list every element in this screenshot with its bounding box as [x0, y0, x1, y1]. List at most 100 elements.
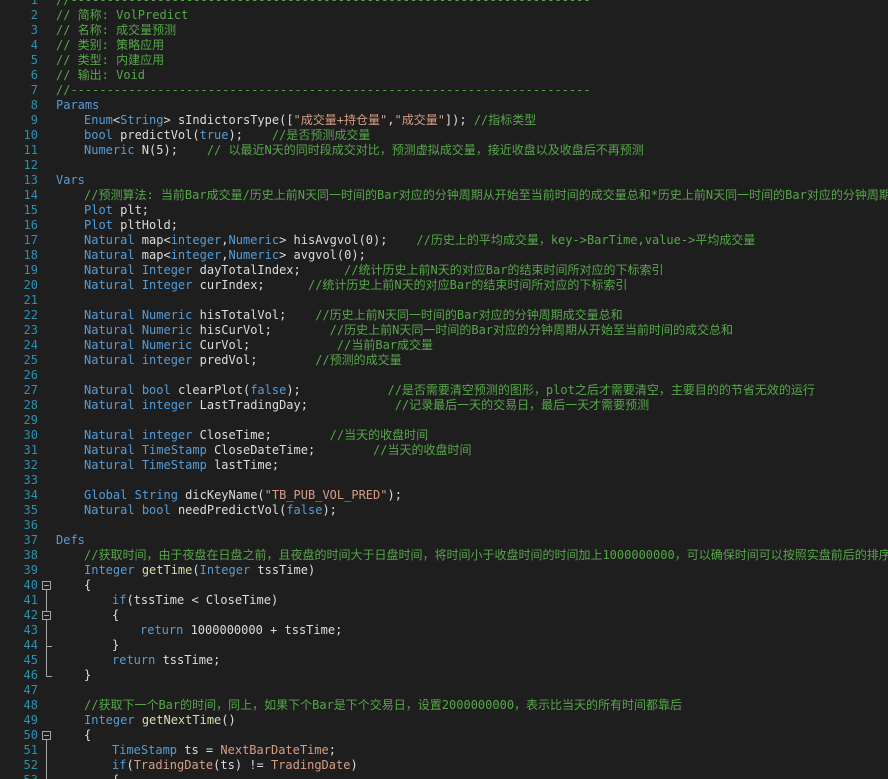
- code-line[interactable]: Vars: [56, 173, 85, 188]
- code-token-keyword: Natural: [84, 398, 135, 412]
- code-token-identifier: [135, 428, 142, 442]
- code-line[interactable]: //获取时间，由于夜盘在日盘之前，且夜盘的时间大于日盘时间，将时间小于收盘时间的…: [84, 548, 888, 563]
- code-line[interactable]: Plot pltHold;: [84, 218, 178, 233]
- code-line[interactable]: {: [112, 608, 119, 623]
- code-line[interactable]: bool predictVol(true); //是否预测成交量: [84, 128, 370, 143]
- code-line[interactable]: Natural bool needPredictVol(false);: [84, 503, 337, 518]
- fold-toggle-icon[interactable]: [42, 581, 51, 590]
- code-token-identifier: hisCurVol;: [192, 323, 330, 337]
- line-number: 46: [23, 668, 38, 682]
- code-editor[interactable]: 1 2 3 4 5 6 7 8 9 10 11 12 13 14 15 16 17 18 19 20 21 22 23 24 2…: [0, 0, 888, 779]
- code-line[interactable]: TimeStamp ts = NextBarDateTime;: [112, 743, 336, 758]
- code-line[interactable]: Natural map<integer,Numeric> hisAvgvol(0…: [84, 233, 755, 248]
- code-token-identifier: [135, 503, 142, 517]
- code-line[interactable]: Natural Integer curIndex; //统计历史上前N天的对应B…: [84, 278, 627, 293]
- code-token-comment: //获取下一个Bar的时间，同上，如果下个Bar是下个交易日，设置2000000…: [84, 698, 683, 712]
- code-token-identifier: tssTime;: [155, 653, 221, 667]
- code-area[interactable]: //--------------------------------------…: [56, 0, 888, 779]
- code-token-comment: //记录最后一天的交易日，最后一天才需要预测: [394, 398, 650, 412]
- line-number: 15: [23, 203, 38, 217]
- code-line[interactable]: Natural Numeric hisCurVol; //历史上前N天同一时间的…: [84, 323, 733, 338]
- code-line[interactable]: Natural Numeric hisTotalVol; //历史上前N天同一时…: [84, 308, 623, 323]
- code-line[interactable]: //--------------------------------------…: [56, 83, 591, 98]
- code-token-keyword: Enum: [84, 113, 113, 127]
- code-line[interactable]: Numeric N(5); // 以最近N天的同时段成交对比，预测虚拟成交量，接…: [84, 143, 644, 158]
- code-token-identifier: > hisAvgvol(0);: [279, 233, 417, 247]
- line-number: 52: [23, 758, 38, 772]
- code-line[interactable]: if(tssTime < CloseTime): [112, 593, 278, 608]
- code-token-identifier: }: [112, 638, 120, 652]
- code-line[interactable]: {: [112, 773, 119, 779]
- code-line[interactable]: {: [84, 578, 91, 593]
- code-line[interactable]: // 类别: 策略应用: [56, 38, 164, 53]
- code-line[interactable]: Natural Numeric CurVol; //当前Bar成交量: [84, 338, 433, 353]
- code-token-comment: //当天的收盘时间: [329, 428, 429, 442]
- line-number: 50: [23, 728, 38, 742]
- code-line[interactable]: {: [84, 728, 91, 743]
- code-token-keyword: false: [250, 383, 287, 397]
- code-token-identifier: [135, 338, 142, 352]
- code-line[interactable]: Integer getTime(Integer tssTime): [84, 563, 315, 578]
- code-line[interactable]: Natural TimeStamp lastTime;: [84, 458, 279, 473]
- code-token-keyword: return: [140, 623, 184, 637]
- line-number: 11: [23, 143, 38, 157]
- code-line[interactable]: Natural integer CloseTime; //当天的收盘时间: [84, 428, 428, 443]
- code-line[interactable]: // 类型: 内建应用: [56, 53, 164, 68]
- code-token-comment: // 类别: 策略应用: [56, 38, 165, 52]
- code-line[interactable]: Integer getNextTime(): [84, 713, 236, 728]
- code-token-identifier: N(5);: [134, 143, 207, 157]
- code-line[interactable]: if(TradingDate(ts) != TradingDate): [112, 758, 358, 773]
- code-token-identifier: {: [112, 608, 120, 622]
- code-token-keyword: bool: [141, 503, 171, 517]
- code-line[interactable]: Defs: [56, 533, 85, 548]
- code-token-keyword: Integer: [84, 563, 135, 577]
- code-token-keyword: Natural: [84, 248, 135, 262]
- fold-toggle-icon[interactable]: [42, 731, 51, 740]
- code-line[interactable]: Natural Integer dayTotalIndex; //统计历史上前N…: [84, 263, 663, 278]
- code-line[interactable]: return tssTime;: [112, 653, 220, 668]
- code-token-keyword: Plot: [84, 218, 113, 232]
- code-token-keyword: Integer: [199, 563, 251, 577]
- code-token-keyword: String: [120, 113, 164, 127]
- code-line[interactable]: Natural bool clearPlot(false); //是否需要清空预…: [84, 383, 815, 398]
- code-line[interactable]: // 输出: Void: [56, 68, 145, 83]
- code-token-keyword: Numeric: [141, 308, 193, 322]
- code-line[interactable]: Natural map<integer,Numeric> avgvol(0);: [84, 248, 366, 263]
- code-line[interactable]: //获取下一个Bar的时间，同上，如果下个Bar是下个交易日，设置2000000…: [84, 698, 682, 713]
- code-token-keyword: Natural: [84, 458, 135, 472]
- code-token-identifier: (: [192, 563, 200, 577]
- code-token-identifier: {: [112, 773, 119, 779]
- code-token-comment: //统计历史上前N天的对应Bar的结束时间所对应的下标索引: [307, 278, 628, 292]
- line-number: 21: [23, 293, 38, 307]
- code-line[interactable]: Natural integer LastTradingDay; //记录最后一天…: [84, 398, 649, 413]
- code-line[interactable]: Enum<String> sIndictorsType(["成交量+持仓量","…: [84, 113, 536, 128]
- code-line[interactable]: // 名称: 成交量预测: [56, 23, 176, 38]
- code-token-keyword: Numeric: [228, 233, 280, 247]
- fold-end-marker: [46, 676, 52, 677]
- code-line[interactable]: //--------------------------------------…: [56, 0, 591, 8]
- code-line[interactable]: //预测算法: 当前Bar成交量/历史上前N天同一时间的Bar对应的分钟周期从开…: [84, 188, 888, 203]
- line-number: 2: [30, 8, 38, 22]
- code-line[interactable]: Natural integer predVol; //预测的成交量: [84, 353, 402, 368]
- line-number: 45: [23, 653, 38, 667]
- code-token-comment: //历史上前N天同一时间的Bar对应的分钟周期从开始至当前时间的成交总和: [329, 323, 734, 337]
- code-token-identifier: predictVol(: [112, 128, 200, 142]
- code-line[interactable]: }: [84, 668, 91, 683]
- code-line[interactable]: Plot plt;: [84, 203, 149, 218]
- line-number: 17: [23, 233, 38, 247]
- code-line[interactable]: Global String dicKeyName("TB_PUB_VOL_PRE…: [84, 488, 402, 503]
- code-token-keyword: integer: [170, 233, 222, 247]
- fold-toggle-icon[interactable]: [42, 611, 51, 620]
- code-token-comment: //当前Bar成交量: [336, 338, 434, 352]
- line-number: 28: [23, 398, 38, 412]
- code-line[interactable]: Natural TimeStamp CloseDateTime; //当天的收盘…: [84, 443, 471, 458]
- code-line[interactable]: Params: [56, 98, 99, 113]
- code-token-identifier: (): [221, 713, 236, 727]
- code-line[interactable]: }: [112, 638, 119, 653]
- code-line[interactable]: return 1000000000 + tssTime;: [140, 623, 342, 638]
- code-token-identifier: }: [84, 668, 92, 682]
- code-token-identifier: map<: [134, 248, 171, 262]
- code-line[interactable]: // 简称: VolPredict: [56, 8, 188, 23]
- line-number: 29: [23, 413, 38, 427]
- code-token-string: "成交量": [394, 113, 445, 127]
